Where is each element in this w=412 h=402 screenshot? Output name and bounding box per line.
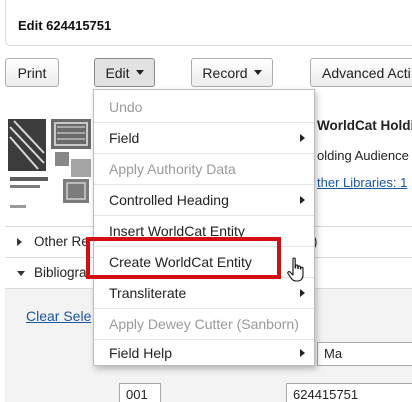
highlight-box [86, 237, 281, 279]
clear-selection-link[interactable]: Clear Sele [26, 308, 91, 324]
menu-item-field[interactable]: Field [94, 123, 314, 153]
hand-cursor-icon [287, 257, 304, 282]
advanced-actions-button[interactable]: Advanced Acti [310, 58, 412, 87]
menu-item-undo[interactable]: Undo [94, 92, 314, 122]
edit-dropdown-menu: Undo Field Apply Authority Data Controll… [93, 89, 315, 366]
record-button-label: Record [202, 64, 248, 81]
fixed-field-input[interactable]: Ma [317, 342, 412, 366]
holdings-heading: WorldCat Holdi [317, 118, 412, 133]
bibliographic-section-label: Bibliogra [34, 265, 87, 280]
chevron-right-icon [300, 289, 305, 297]
holding-audience-text: olding Audience [317, 148, 409, 163]
control-number-input[interactable]: 624415751 [286, 383, 412, 402]
menu-item-transliterate[interactable]: Transliterate [94, 278, 314, 308]
chevron-right-icon [17, 238, 22, 246]
chevron-down-icon [253, 70, 262, 75]
chevron-down-icon [135, 70, 144, 75]
edit-menu-button[interactable]: Edit [94, 58, 155, 87]
other-section-label: Other Re [34, 234, 89, 249]
tag-input[interactable]: 001 [119, 383, 161, 402]
print-button[interactable]: Print [5, 58, 59, 87]
menu-item-apply-dewey-cutter[interactable]: Apply Dewey Cutter (Sanborn) [94, 309, 314, 339]
chevron-right-icon [300, 134, 305, 142]
menu-item-controlled-heading[interactable]: Controlled Heading [94, 185, 314, 215]
page-title: Edit 624415751 [18, 18, 112, 33]
other-libraries-link[interactable]: ther Libraries: 1 [317, 175, 407, 190]
chevron-right-icon [300, 196, 305, 204]
chevron-right-icon [300, 349, 305, 357]
menu-item-apply-authority-data[interactable]: Apply Authority Data [94, 154, 314, 184]
advanced-button-label: Advanced Acti [322, 64, 411, 81]
chevron-down-icon [17, 271, 25, 276]
record-title-bar: Edit 624415751 [5, 0, 412, 46]
record-menu-button[interactable]: Record [191, 58, 273, 87]
cover-thumbnail[interactable] [8, 117, 100, 213]
print-button-label: Print [17, 64, 47, 81]
menu-item-field-help[interactable]: Field Help [94, 338, 314, 368]
edit-button-label: Edit [105, 64, 130, 81]
